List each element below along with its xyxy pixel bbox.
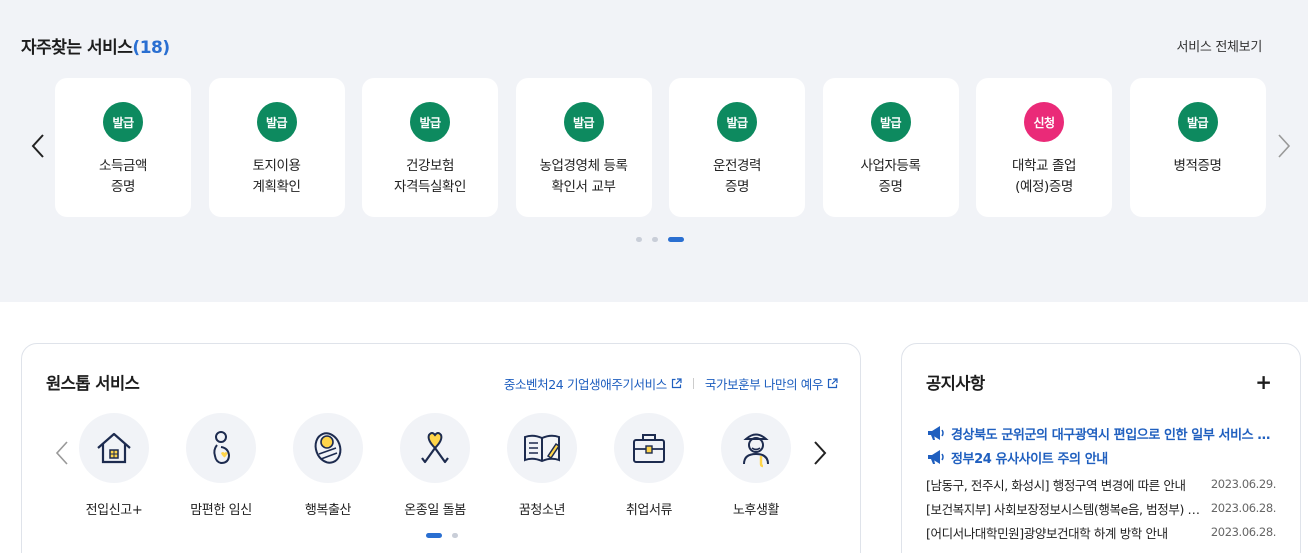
service-card[interactable]: 발급건강보험 자격득실확인 — [362, 78, 498, 217]
elder-icon — [743, 433, 769, 468]
frequent-services-section: 자주찾는 서비스(18) 서비스 전체보기 발급 소득금액 증명 발급 토지이용 계획… — [0, 0, 1308, 302]
service-card-label: 소득금액 증명 — [98, 158, 148, 195]
pagination-dot[interactable] — [668, 237, 684, 242]
chevron-left-icon — [55, 441, 68, 465]
issue-badge: 발급 — [103, 102, 143, 142]
onestop-item-retirement[interactable]: 노후생활 — [721, 413, 791, 518]
frequent-services-title: 자주찾는 서비스(18) — [21, 38, 170, 58]
service-cards: 발급 소득금액 증명 발급 토지이용 계획확인 발급 건강보험 자격득실확인 발급 농업경영체… — [55, 78, 1267, 218]
onestop-item-move-in[interactable]: 전입신고+ — [79, 413, 149, 518]
briefcase-icon — [633, 434, 665, 463]
onestop-next-button[interactable] — [810, 438, 830, 468]
service-card[interactable]: 발급병적증명 — [1129, 78, 1266, 217]
carousel-pagination — [636, 237, 684, 242]
onestop-prev-button[interactable] — [52, 438, 72, 468]
notice-list: 경상북도 군위군의 대구광역시 편입으로 인한 일부 서비스 이용 안내 정부2… — [926, 421, 1276, 544]
onestop-item-youth[interactable]: 꿈청소년 — [507, 413, 577, 518]
megaphone-icon — [928, 450, 944, 464]
service-card-label: 병적증명 — [1173, 158, 1222, 174]
carousel-prev-button[interactable] — [28, 131, 48, 161]
service-card-label: 대학교 졸업 (예정)증명 — [1012, 158, 1076, 195]
service-card[interactable]: 발급소득금액 증명 — [55, 78, 191, 217]
service-card[interactable]: 신청대학교 졸업 (예정)증명 — [976, 78, 1112, 217]
chevron-right-icon — [814, 441, 827, 465]
pregnant-icon — [213, 431, 231, 465]
service-card-label: 농업경영체 등록 확인서 교부 — [539, 158, 628, 195]
notice-item[interactable]: [남동구, 전주시, 화성시] 행정구역 변경에 따른 안내 2023.06.2… — [926, 472, 1276, 496]
notice-more-button[interactable]: + — [1255, 370, 1272, 394]
service-card[interactable]: 발급사업자등록 증명 — [822, 78, 959, 217]
house-icon — [97, 432, 131, 464]
apply-badge: 신청 — [1024, 102, 1064, 142]
service-card-label: 사업자등록 증명 — [860, 158, 921, 195]
issue-badge: 발급 — [256, 102, 297, 142]
service-card[interactable]: 발급운전경력 증명 — [669, 78, 805, 217]
notice-highlight[interactable]: 경상북도 군위군의 대구광역시 편입으로 인한 일부 서비스 이용 안내 — [926, 421, 1276, 445]
pagination-dot[interactable] — [636, 237, 642, 242]
notice-item[interactable]: [보건복지부] 사회보장정보시스템(행복e음, 범정부) 작업 안내 2023.… — [926, 496, 1276, 520]
service-count: (18) — [132, 38, 170, 58]
service-card-label: 운전경력 증명 — [712, 158, 762, 195]
onestop-item-employment[interactable]: 취업서류 — [614, 413, 684, 518]
onestop-services: 전입신고+ 맘편한 임신 행복출산 온종일 돌봄 꿈청소년 취업서류 노후생활 — [79, 413, 799, 518]
onestop-external-links: 중소벤처24 기업생애주기서비스 국가보훈부 나만의 예우 — [504, 374, 838, 393]
onestop-title: 원스톱 서비스 — [46, 374, 140, 393]
pagination-dot[interactable] — [426, 533, 442, 538]
issue-badge: 발급 — [870, 102, 911, 142]
notice-panel: 공지사항 + 경상북도 군위군의 대구광역시 편입으로 인한 일부 서비스 이용… — [901, 343, 1301, 553]
smes24-link[interactable]: 중소벤처24 기업생애주기서비스 — [504, 374, 682, 393]
onestop-item-birth[interactable]: 행복출산 — [293, 413, 363, 518]
service-card[interactable]: 발급토지이용 계획확인 — [208, 78, 345, 217]
issue-badge: 발급 — [1177, 102, 1218, 142]
onestop-pagination — [426, 533, 458, 538]
external-link-icon — [671, 378, 682, 389]
link-divider — [692, 378, 694, 389]
book-icon — [524, 434, 561, 463]
carousel-next-button[interactable] — [1274, 131, 1294, 161]
notice-highlight[interactable]: 정부24 유사사이트 주의 안내 — [926, 445, 1276, 469]
veterans-link[interactable]: 국가보훈부 나만의 예우 — [705, 374, 838, 393]
issue-badge: 발급 — [563, 102, 604, 142]
megaphone-icon — [928, 426, 944, 440]
external-link-icon — [827, 378, 838, 389]
pagination-dot[interactable] — [452, 533, 458, 538]
notice-item[interactable]: [어디서나대학민원]광양보건대학 하계 방학 안내 2023.06.28. — [926, 520, 1276, 544]
onestop-item-care[interactable]: 온종일 돌봄 — [400, 413, 470, 518]
service-card-label: 건강보험 자격득실확인 — [393, 158, 467, 195]
ribbon-icon — [421, 432, 449, 464]
issue-badge: 발급 — [410, 102, 450, 142]
view-all-services-link[interactable]: 서비스 전체보기 — [1177, 36, 1263, 55]
notice-title: 공지사항 — [926, 374, 985, 393]
service-card-label: 토지이용 계획확인 — [252, 158, 301, 195]
chevron-right-icon — [1278, 134, 1291, 158]
pagination-dot[interactable] — [652, 237, 658, 242]
onestop-item-pregnancy[interactable]: 맘편한 임신 — [186, 413, 256, 518]
onestop-panel: 원스톱 서비스 중소벤처24 기업생애주기서비스 국가보훈부 나만의 예우 전입… — [21, 343, 861, 553]
issue-badge: 발급 — [717, 102, 757, 142]
chevron-left-icon — [31, 134, 44, 158]
service-card[interactable]: 발급농업경영체 등록 확인서 교부 — [515, 78, 652, 217]
baby-icon — [314, 432, 342, 464]
